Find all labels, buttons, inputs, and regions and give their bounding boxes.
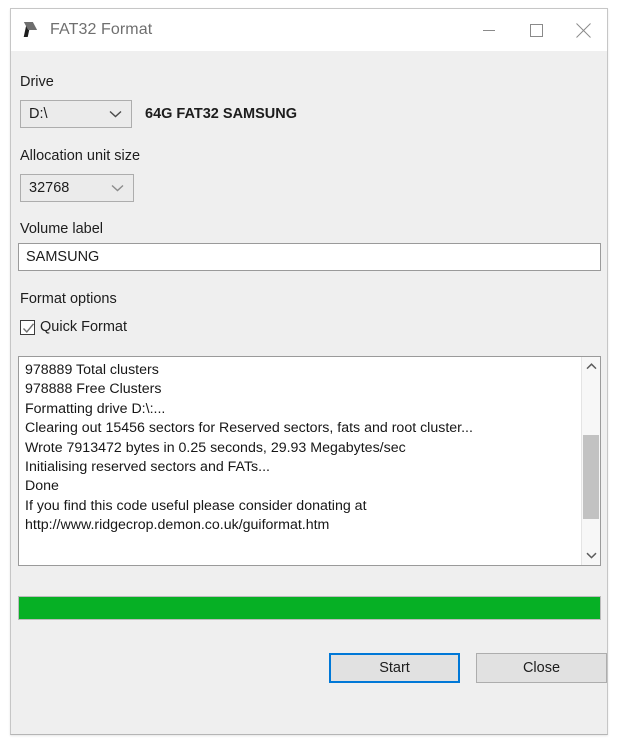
chevron-down-icon [585, 552, 597, 559]
checkmark-icon [22, 322, 35, 333]
dialog-body: Drive D:\ 64G FAT32 SAMSUNG Allocation u… [11, 51, 607, 734]
scrollbar-thumb[interactable] [583, 435, 599, 519]
drive-label: Drive [20, 74, 54, 90]
close-button[interactable] [560, 9, 607, 51]
quick-format-label: Quick Format [40, 319, 128, 335]
drive-info: 64G FAT32 SAMSUNG [145, 106, 298, 122]
start-button[interactable]: Start [329, 653, 460, 683]
app-flag-icon [22, 21, 40, 39]
window-controls [466, 9, 607, 51]
title-bar[interactable]: FAT32 Format [11, 9, 607, 51]
chevron-down-icon [111, 184, 124, 192]
log-output-text: 978889 Total clusters 978888 Free Cluste… [25, 362, 473, 534]
progress-bar-fill [19, 597, 600, 619]
volume-label-label: Volume label [20, 221, 104, 237]
allocation-unit-size-label: Allocation unit size [20, 148, 141, 164]
close-button-label: Close [522, 660, 561, 676]
allocation-unit-size-select[interactable]: 32768 [20, 174, 134, 202]
drive-select-value: D:\ [29, 106, 48, 122]
allocation-unit-size-value: 32768 [29, 180, 70, 196]
scroll-down-button[interactable] [582, 546, 600, 565]
drive-select[interactable]: D:\ [20, 100, 132, 128]
chevron-up-icon [585, 363, 597, 370]
close-icon [576, 22, 591, 38]
close-dialog-button[interactable]: Close [476, 653, 607, 683]
log-scrollbar[interactable] [581, 357, 600, 565]
start-button-label: Start [379, 660, 410, 676]
quick-format-checkbox-row[interactable]: Quick Format [20, 319, 127, 335]
log-output-box[interactable]: 978889 Total clusters 978888 Free Cluste… [18, 356, 601, 566]
minimize-button[interactable] [466, 9, 513, 51]
volume-label-input[interactable]: SAMSUNG [18, 243, 601, 271]
window-title: FAT32 Format [50, 21, 153, 38]
quick-format-checkbox[interactable] [20, 319, 35, 335]
chevron-down-icon [109, 110, 122, 118]
format-options-label: Format options [20, 291, 117, 307]
fat32-format-window: FAT32 Format Drive D:\ 64G FAT32 SAMSUNG… [10, 8, 608, 735]
progress-bar [18, 596, 601, 620]
volume-label-value: SAMSUNG [26, 249, 100, 265]
minimize-icon [483, 29, 495, 31]
scroll-up-button[interactable] [582, 357, 600, 376]
maximize-button[interactable] [513, 9, 560, 51]
maximize-icon [530, 23, 543, 37]
